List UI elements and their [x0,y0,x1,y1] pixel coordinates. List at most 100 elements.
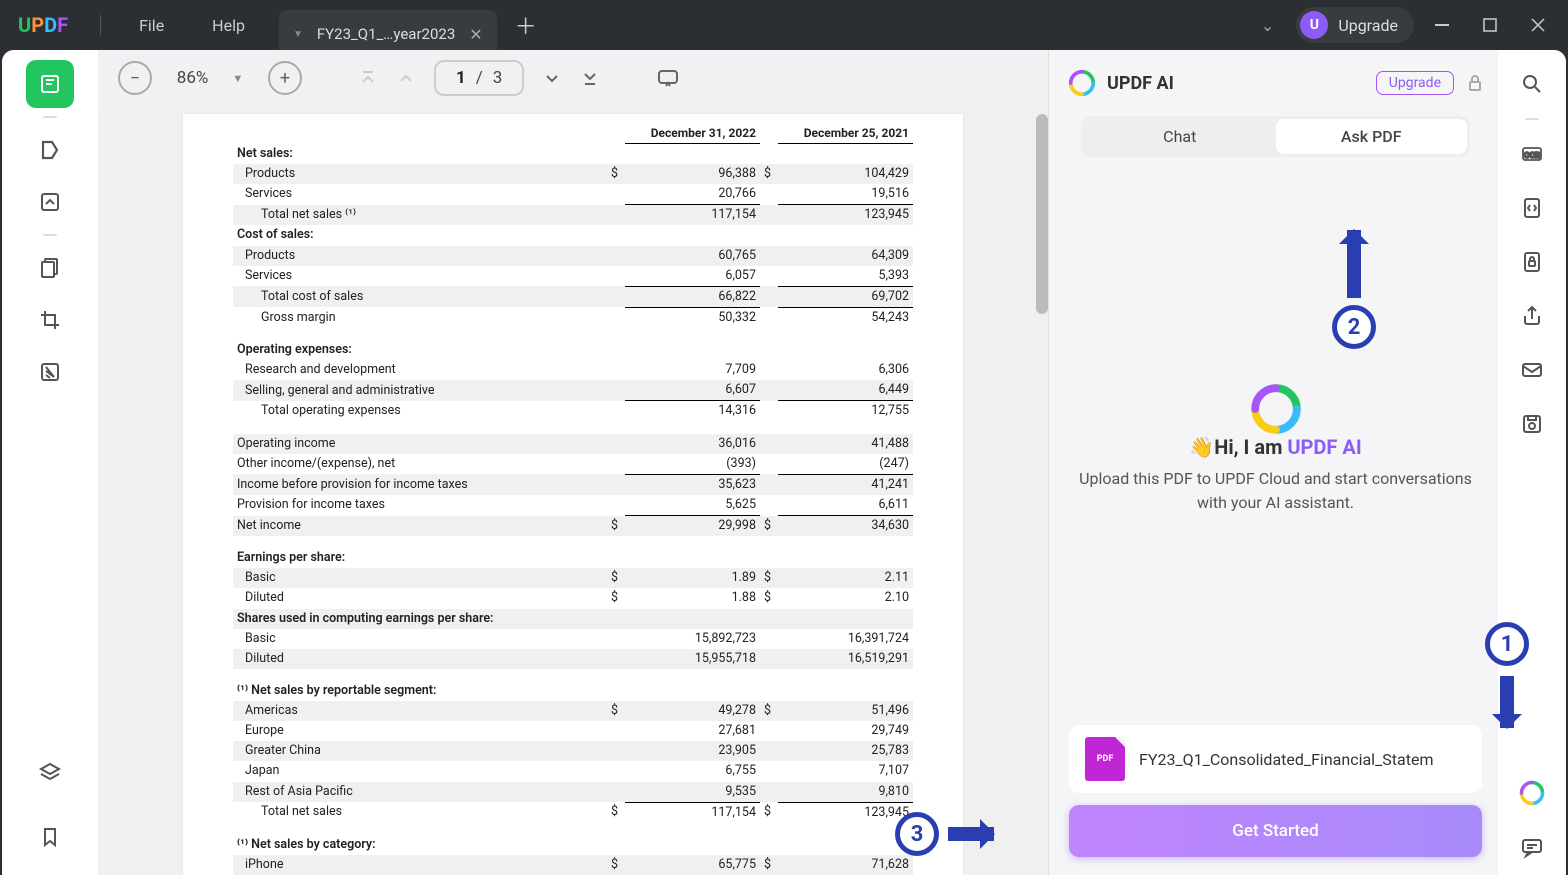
ai-tab-ask-pdf[interactable]: Ask PDF [1276,119,1468,154]
pdf-page: December 31, 2022 December 25, 2021 Net … [183,114,963,875]
separator [100,15,101,35]
lock-icon[interactable] [1466,74,1484,92]
ai-icon[interactable] [1512,773,1552,813]
table-row: Total net sales ⁽¹⁾117,154123,945 [233,205,913,226]
separator [1525,118,1539,120]
table-row: iPhone$65,775$71,628 [233,855,913,875]
table-row: Total operating expenses14,31612,755 [233,401,913,422]
redact-tool[interactable] [26,348,74,396]
table-row: Cost of sales: [233,225,913,245]
comment-tool[interactable] [26,126,74,174]
table-row: Products60,76564,309 [233,246,913,266]
get-started-button[interactable]: Get Started [1069,805,1482,857]
next-page-button[interactable] [542,68,562,88]
table-row: Total cost of sales66,82269,702 [233,286,913,307]
bookmark-icon[interactable] [26,813,74,861]
ai-tab-chat[interactable]: Chat [1084,119,1276,154]
table-row: Earnings per share: [233,548,913,568]
table-row: Diluted$1.88$2.10 [233,588,913,608]
zoom-level[interactable]: 86%▼ [170,68,250,88]
page-indicator[interactable]: 1 / 3 [434,60,524,96]
tab-caret-icon: ▼ [293,29,303,40]
ocr-icon[interactable]: OCR [1512,134,1552,174]
table-row [233,328,913,340]
ai-file-name: FY23_Q1_Consolidated_Financial_Statem [1139,750,1433,769]
ai-file-card: PDF FY23_Q1_Consolidated_Financial_State… [1069,725,1482,793]
table-row [233,669,913,681]
table-row: Diluted15,955,71816,519,291 [233,649,913,669]
table-row: ⁽¹⁾ Net sales by category: [233,835,913,855]
avatar: U [1300,11,1328,39]
upgrade-label: Upgrade [1338,16,1398,35]
table-row [233,536,913,548]
column-header-2: December 25, 2021 [778,124,913,144]
ai-description: Upload this PDF to UPDF Cloud and start … [1077,467,1474,515]
prev-page-button[interactable] [396,68,416,88]
table-row: ⁽¹⁾ Net sales by reportable segment: [233,681,913,701]
table-row: Net income$29,998$34,630 [233,516,913,537]
table-row: Research and development7,7096,306 [233,360,913,380]
menu-help[interactable]: Help [188,16,269,35]
separator [43,234,57,236]
comment-icon[interactable] [1512,827,1552,867]
last-page-button[interactable] [580,68,600,88]
zoom-out-button[interactable]: − [118,61,152,95]
window-maximize-icon[interactable] [1470,7,1510,43]
page-separator: / [476,68,483,88]
ai-greeting: 👋Hi, I am UPDF AI [1189,435,1361,459]
pdf-badge-icon: PDF [1085,737,1125,781]
scrollbar[interactable] [1036,114,1048,314]
table-row: Basic$1.89$2.11 [233,568,913,588]
table-row: Income before provision for income taxes… [233,474,913,495]
save-icon[interactable] [1512,404,1552,444]
ai-upgrade-button[interactable]: Upgrade [1376,71,1454,95]
edit-tool[interactable] [26,178,74,226]
svg-text:OCR: OCR [1524,151,1540,160]
table-row: Shares used in computing earnings per sh… [233,609,913,629]
document-tab[interactable]: ▼ FY23_Q1_…year2023 ✕ [279,10,497,50]
layers-icon[interactable] [26,749,74,797]
presentation-icon[interactable] [656,66,680,90]
table-row: Services6,0575,393 [233,266,913,287]
add-tab-button[interactable]: ＋ [497,9,555,41]
convert-icon[interactable] [1512,188,1552,228]
ai-panel-title: UPDF AI [1107,73,1174,94]
crop-tool[interactable] [26,296,74,344]
table-row: Operating expenses: [233,340,913,360]
updf-ai-center-logo-icon [1250,383,1302,435]
tabs-dropdown-icon[interactable]: ⌄ [1247,16,1288,35]
window-close-icon[interactable] [1518,7,1558,43]
tab-close-icon[interactable]: ✕ [469,25,482,44]
table-row: Provision for income taxes5,6256,611 [233,495,913,516]
table-row: Greater China23,90525,783 [233,741,913,761]
table-row [233,823,913,835]
first-page-button[interactable] [358,68,378,88]
protect-icon[interactable] [1512,242,1552,282]
updf-ai-logo-icon [1067,68,1097,98]
table-row: Products$96,388$104,429 [233,164,913,184]
search-icon[interactable] [1512,64,1552,104]
upgrade-button[interactable]: U Upgrade [1296,7,1414,43]
table-row: Rest of Asia Pacific9,5359,810 [233,782,913,803]
table-row: Total net sales$117,154$123,945 [233,802,913,823]
table-row [233,422,913,434]
reader-tool[interactable] [26,60,74,108]
menu-file[interactable]: File [115,16,188,35]
email-icon[interactable] [1512,350,1552,390]
table-row: Basic15,892,72316,391,724 [233,629,913,649]
page-tool[interactable] [26,244,74,292]
share-icon[interactable] [1512,296,1552,336]
window-minimize-icon[interactable] [1422,7,1462,43]
tab-title: FY23_Q1_…year2023 [317,25,455,43]
table-row: Operating income36,01641,488 [233,434,913,454]
table-row: Americas$49,278$51,496 [233,701,913,721]
table-row: Europe27,68129,749 [233,721,913,741]
app-logo: UPDF [18,13,68,37]
table-row: Net sales: [233,144,913,164]
total-pages: 3 [493,68,503,88]
zoom-in-button[interactable]: + [268,61,302,95]
table-row: Japan6,7557,107 [233,761,913,781]
table-row: Services20,76619,516 [233,184,913,205]
column-header-1: December 31, 2022 [625,124,760,144]
separator [43,116,57,118]
